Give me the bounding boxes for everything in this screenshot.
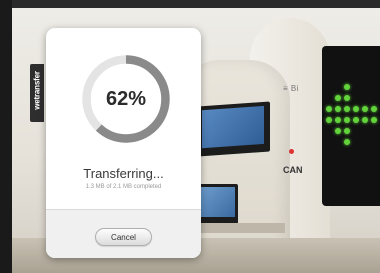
led-dot [371,117,377,123]
led-dot [353,106,359,112]
screen-frame-left [0,0,12,273]
led-dot [344,106,350,112]
led-arrow-display [322,46,380,206]
transfer-detail: 1.3 MB of 2.1 MB completed [85,184,162,190]
display-monitor [198,101,270,157]
led-dot [353,117,359,123]
led-dot [335,117,341,123]
led-dot [344,139,350,145]
wall-sign-top: ≡ Bi [283,84,300,93]
progress-percent: 62% [105,88,147,110]
brand-logo-text: wetransfer [32,71,42,110]
led-dot [344,117,350,123]
cancel-button[interactable]: Cancel [95,228,152,246]
led-dot [326,106,332,112]
led-dot [326,117,332,123]
wall-sign-bottom: CAN [283,165,303,175]
laptop-screen [198,184,238,224]
led-dot [362,117,368,123]
led-dot [362,106,368,112]
led-dot [344,95,350,101]
desk [190,223,285,233]
led-dot [371,106,377,112]
wetransfer-side-tab[interactable]: wetransfer [30,64,44,122]
led-dot [335,95,341,101]
red-indicator [289,149,294,154]
led-dot [344,84,350,90]
led-dot [335,106,341,112]
transfer-dialog: 62% Transferring... 1.3 MB of 2.1 MB com… [46,28,201,258]
led-dot [344,128,350,134]
led-dot [335,128,341,134]
transfer-status: Transferring... [83,166,164,181]
screen-frame-top [0,0,380,8]
